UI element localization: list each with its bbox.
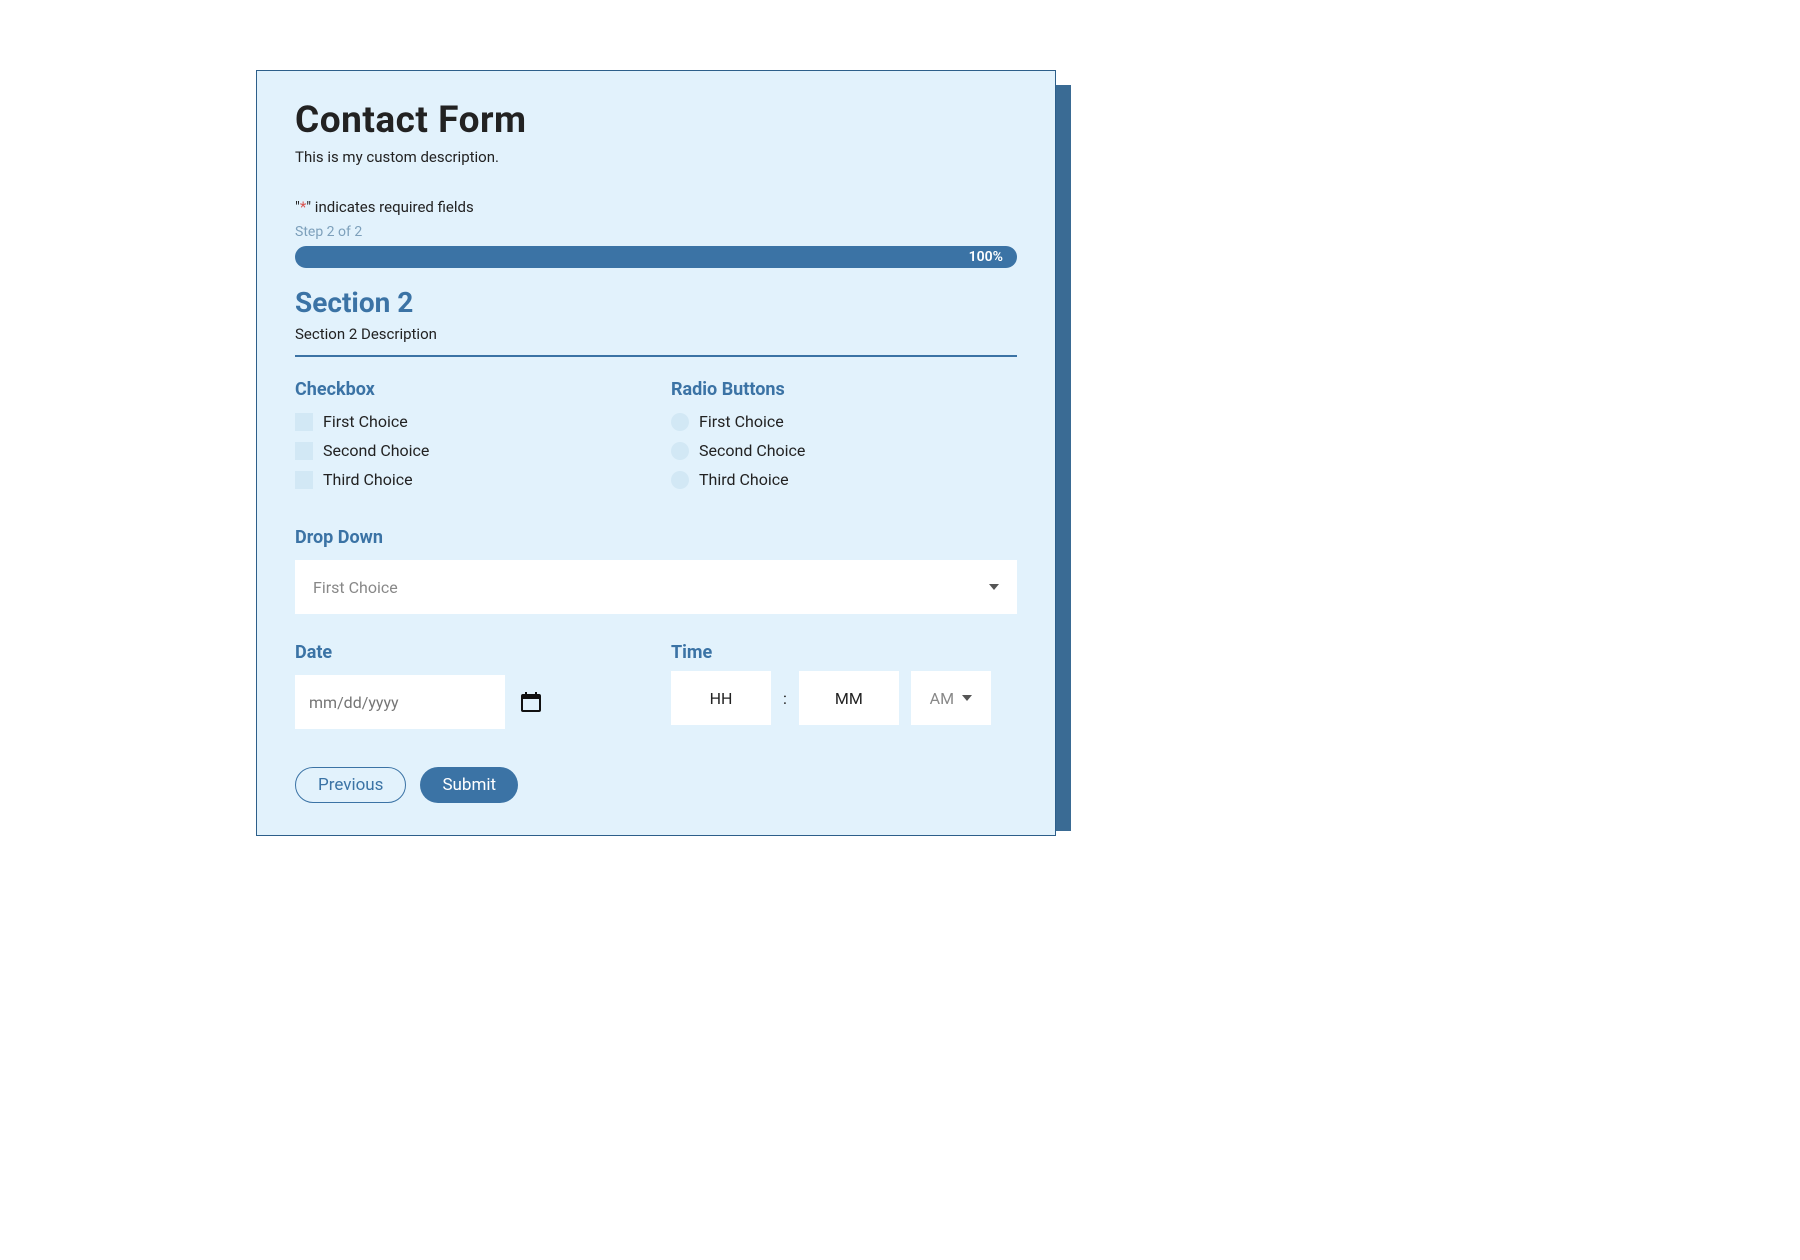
step-indicator: Step 2 of 2: [295, 224, 1017, 240]
date-field: Date: [295, 642, 641, 729]
checkbox-option[interactable]: Second Choice: [295, 441, 641, 460]
required-fields-hint: "*" indicates required fields: [295, 198, 1017, 216]
checkbox-group: Checkbox First Choice Second Choice Thir…: [295, 379, 641, 499]
checkbox-icon: [295, 413, 313, 431]
radio-icon: [671, 471, 689, 489]
dropdown-select[interactable]: First Choice: [295, 560, 1017, 614]
checkbox-option-label: Third Choice: [323, 470, 413, 489]
radio-icon: [671, 413, 689, 431]
calendar-icon[interactable]: [521, 692, 541, 712]
progress-bar: 100%: [295, 246, 1017, 268]
radio-option-label: Second Choice: [699, 441, 805, 460]
progress-percent: 100%: [969, 246, 1003, 268]
chevron-down-icon: [989, 584, 999, 590]
radio-option-label: Third Choice: [699, 470, 789, 489]
date-label: Date: [295, 642, 641, 663]
form-title: Contact Form: [295, 99, 1017, 142]
radio-option[interactable]: Third Choice: [671, 470, 1017, 489]
time-colon: :: [783, 689, 787, 708]
chevron-down-icon: [962, 695, 972, 701]
form-description: This is my custom description.: [295, 148, 1017, 166]
radio-option-label: First Choice: [699, 412, 784, 431]
submit-button[interactable]: Submit: [420, 767, 518, 803]
form-card: Contact Form This is my custom descripti…: [256, 70, 1056, 836]
form-wrapper: Contact Form This is my custom descripti…: [256, 70, 1056, 836]
checkbox-icon: [295, 442, 313, 460]
time-field: Time HH : MM AM: [671, 642, 1017, 729]
section-divider: [295, 355, 1017, 357]
radio-icon: [671, 442, 689, 460]
dropdown-selected-value: First Choice: [313, 578, 398, 597]
checkbox-label: Checkbox: [295, 379, 641, 400]
dropdown-label: Drop Down: [295, 527, 1017, 548]
checkbox-option-label: First Choice: [323, 412, 408, 431]
time-label: Time: [671, 642, 1017, 663]
checkbox-icon: [295, 471, 313, 489]
time-hour-input[interactable]: HH: [671, 671, 771, 725]
checkbox-option[interactable]: Third Choice: [295, 470, 641, 489]
time-minute-input[interactable]: MM: [799, 671, 899, 725]
checkbox-option-label: Second Choice: [323, 441, 429, 460]
section-description: Section 2 Description: [295, 325, 1017, 343]
radio-label: Radio Buttons: [671, 379, 1017, 400]
section-title: Section 2: [295, 286, 1017, 319]
radio-option[interactable]: First Choice: [671, 412, 1017, 431]
date-input[interactable]: [295, 675, 505, 729]
time-ampm-select[interactable]: AM: [911, 671, 991, 725]
previous-button[interactable]: Previous: [295, 767, 406, 803]
checkbox-option[interactable]: First Choice: [295, 412, 641, 431]
radio-group: Radio Buttons First Choice Second Choice…: [671, 379, 1017, 499]
radio-option[interactable]: Second Choice: [671, 441, 1017, 460]
